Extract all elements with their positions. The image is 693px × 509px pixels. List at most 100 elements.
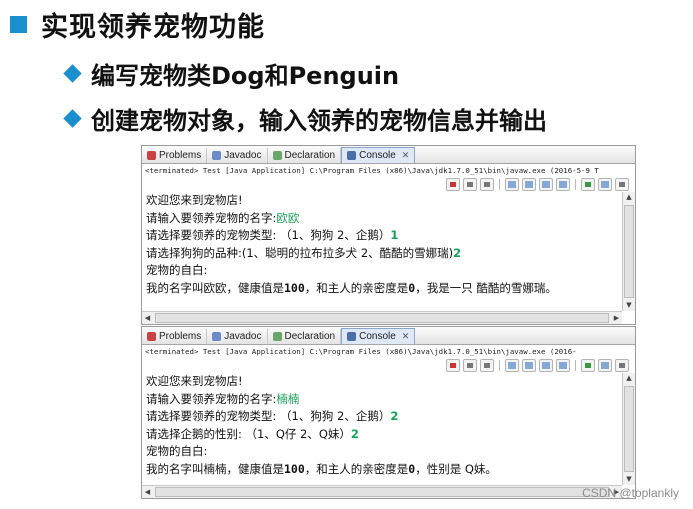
tab-label: Console [359, 331, 396, 342]
show-on-error-icon[interactable] [556, 177, 570, 191]
toolbar-separator [499, 359, 500, 371]
problems-icon [147, 332, 156, 341]
horizontal-scrollbar[interactable]: ◀ ▶ [142, 311, 622, 324]
output-line: 请输入要领养宠物的名字:欧欧 [142, 210, 622, 228]
tab-problems[interactable]: Problems [142, 329, 208, 344]
watermark: CSDN @toplankly [582, 486, 679, 500]
display-console-icon[interactable] [598, 358, 612, 372]
output-line: 欢迎您来到宠物店! [142, 373, 622, 391]
view-tab-bar: Problems Javadoc Declaration Console ✕ [142, 327, 635, 345]
output-number: 100 [284, 461, 305, 476]
tab-label: Javadoc [224, 331, 262, 342]
output-line: 宠物的自白: [142, 262, 622, 280]
scroll-thumb[interactable] [155, 487, 609, 497]
scroll-up-icon[interactable]: ▲ [623, 192, 635, 203]
console-status-line: <terminated> Test [Java Application] C:\… [142, 164, 635, 177]
console-output[interactable]: 欢迎您来到宠物店! 请输入要领养宠物的名字:楠楠 请选择要领养的宠物类型: （1… [142, 373, 622, 484]
output-text: ，我是一只 酷酷的雪娜瑞。 [415, 280, 557, 295]
clear-console-icon[interactable] [505, 358, 519, 372]
output-text: 请选择要领养的宠物类型: （1、狗狗 2、企鹅） [146, 228, 391, 242]
scroll-lock-icon[interactable] [522, 177, 536, 191]
tab-javadoc[interactable]: Javadoc [207, 148, 268, 163]
open-console-icon[interactable] [615, 358, 629, 372]
output-line: 请选择要领养的宠物类型: （1、狗狗 2、企鹅）2 [142, 408, 622, 426]
output-line: 请输入要领养宠物的名字:楠楠 [142, 391, 622, 409]
scroll-thumb[interactable] [155, 313, 609, 323]
vertical-scrollbar[interactable]: ▲ ▼ [622, 373, 635, 485]
scroll-right-icon[interactable]: ▶ [611, 312, 622, 324]
output-text: ，性别是 Q妹。 [415, 461, 497, 476]
open-console-icon[interactable] [615, 177, 629, 191]
output-line: 请选择要领养的宠物类型: （1、狗狗 2、企鹅）1 [142, 227, 622, 245]
show-on-output-icon[interactable] [539, 177, 553, 191]
tab-label: Problems [159, 150, 202, 161]
output-text: 我的名字叫楠楠，健康值是 [146, 461, 284, 476]
close-icon[interactable]: ✕ [402, 331, 410, 342]
scroll-left-icon[interactable]: ◀ [142, 312, 153, 324]
show-on-error-icon[interactable] [556, 358, 570, 372]
user-input: 2 [453, 245, 462, 260]
output-text: ，和主人的亲密度是 [304, 461, 409, 476]
remove-all-icon[interactable] [480, 358, 494, 372]
output-line: 我的名字叫欧欧，健康值是100，和主人的亲密度是0，我是一只 酷酷的雪娜瑞。 [142, 280, 622, 298]
vertical-scrollbar[interactable]: ▲ ▼ [622, 192, 635, 311]
console-toolbar [142, 358, 635, 372]
output-text: 请输入要领养宠物的名字: [146, 210, 277, 225]
terminate-icon[interactable] [446, 358, 460, 372]
diamond-bullet-icon [63, 108, 82, 128]
scroll-thumb[interactable] [624, 205, 634, 298]
tab-console[interactable]: Console ✕ [341, 328, 416, 344]
declaration-icon [272, 332, 282, 341]
tab-console[interactable]: Console ✕ [341, 147, 416, 163]
output-text: 请选择要领养的宠物类型: （1、狗狗 2、企鹅） [146, 409, 391, 423]
scroll-thumb[interactable] [624, 386, 634, 472]
terminate-icon[interactable] [446, 177, 460, 191]
tab-problems[interactable]: Problems [142, 148, 208, 163]
javadoc-icon [212, 151, 222, 160]
slide-title-text: 实现领养宠物功能 [41, 11, 265, 43]
toolbar-separator [499, 178, 500, 190]
console-icon [347, 151, 357, 160]
tab-label: Declaration [284, 331, 336, 342]
output-text: 我的名字叫欧欧，健康值是 [146, 280, 284, 295]
tab-label: Problems [159, 331, 202, 342]
remove-launch-icon[interactable] [463, 177, 477, 191]
output-line: 请选择狗狗的品种:(1、聪明的拉布拉多犬 2、酷酷的雪娜瑞)2 [142, 245, 622, 263]
console-icon [347, 332, 357, 341]
output-text: 欢迎您来到宠物店! [146, 374, 243, 388]
output-text: 请选择狗狗的品种:(1、聪明的拉布拉多犬 2、酷酷的雪娜瑞) [146, 245, 454, 260]
close-icon[interactable]: ✕ [402, 150, 410, 161]
diamond-bullet-icon [63, 63, 82, 83]
slide-title: 实现领养宠物功能 [10, 4, 265, 44]
bullet-text: 创建宠物对象，输入领养的宠物信息并输出 [91, 106, 547, 135]
tab-label: Console [359, 150, 396, 161]
scroll-up-icon[interactable]: ▲ [623, 373, 635, 384]
output-text: 请输入要领养宠物的名字: [146, 391, 277, 406]
user-input: 1 [390, 228, 399, 242]
pin-console-icon[interactable] [581, 177, 595, 191]
user-input: 楠楠 [276, 391, 300, 406]
output-line: 我的名字叫楠楠，健康值是100，和主人的亲密度是0，性别是 Q妹。 [142, 461, 622, 479]
scroll-down-icon[interactable]: ▼ [623, 474, 635, 485]
tab-declaration[interactable]: Declaration [268, 148, 342, 163]
eclipse-console-panel-2: Problems Javadoc Declaration Console ✕ <t… [141, 326, 636, 499]
scroll-left-icon[interactable]: ◀ [142, 486, 153, 498]
remove-launch-icon[interactable] [463, 358, 477, 372]
display-console-icon[interactable] [598, 177, 612, 191]
clear-console-icon[interactable] [505, 177, 519, 191]
console-output[interactable]: 欢迎您来到宠物店! 请输入要领养宠物的名字:欧欧 请选择要领养的宠物类型: （1… [142, 192, 622, 310]
show-on-output-icon[interactable] [539, 358, 553, 372]
tab-declaration[interactable]: Declaration [268, 329, 342, 344]
tab-javadoc[interactable]: Javadoc [207, 329, 268, 344]
output-text: ，和主人的亲密度是 [304, 280, 409, 295]
pin-console-icon[interactable] [581, 358, 595, 372]
toolbar-separator [575, 178, 576, 190]
scroll-down-icon[interactable]: ▼ [623, 300, 635, 311]
output-text: 欢迎您来到宠物店! [146, 193, 243, 207]
user-input: 2 [390, 409, 399, 423]
scroll-lock-icon[interactable] [522, 358, 536, 372]
user-input: 欧欧 [276, 210, 300, 225]
declaration-icon [272, 151, 282, 160]
remove-all-icon[interactable] [480, 177, 494, 191]
horizontal-scrollbar[interactable]: ◀ ▶ [142, 485, 622, 498]
